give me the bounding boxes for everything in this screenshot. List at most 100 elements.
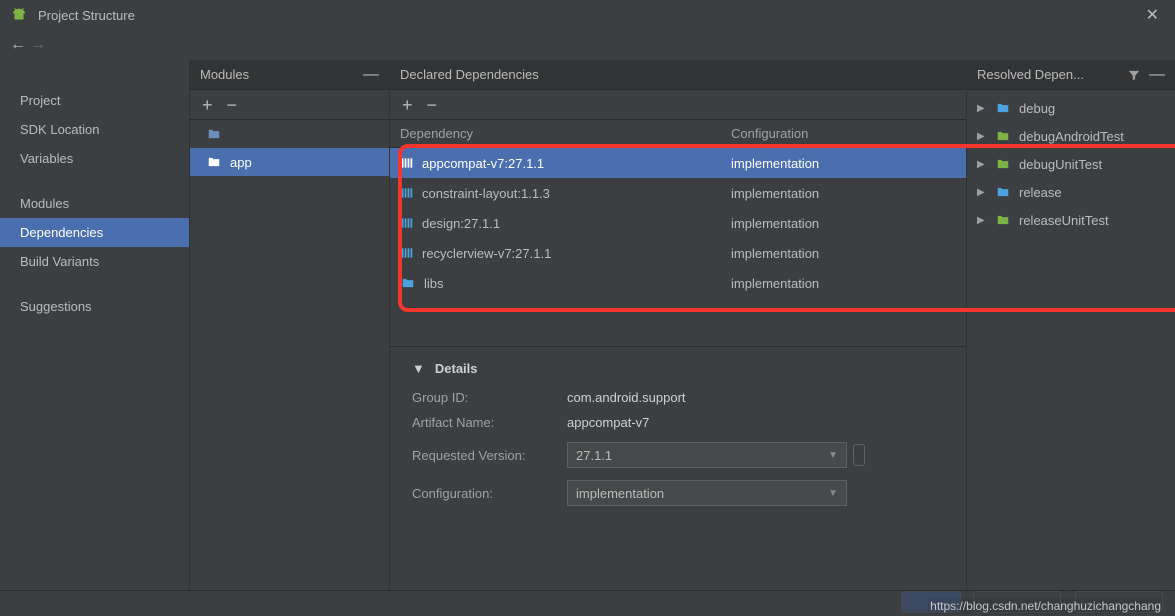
group-id-value: com.android.support xyxy=(567,390,686,405)
sidebar-item-suggestions[interactable]: Suggestions xyxy=(0,292,189,321)
version-combo[interactable]: 27.1.1 ▼ xyxy=(567,442,847,468)
library-icon xyxy=(400,186,414,200)
resolved-item[interactable]: ▶ debugAndroidTest xyxy=(967,122,1175,150)
sidebar-item-build-variants[interactable]: Build Variants xyxy=(0,247,189,276)
version-value: 27.1.1 xyxy=(576,448,828,463)
folder-icon xyxy=(206,155,222,169)
dependency-row[interactable]: constraint-layout:1.1.3 implementation xyxy=(390,178,966,208)
resolved-label: debug xyxy=(1019,101,1055,116)
nav-row: ← → xyxy=(0,30,1175,60)
dependency-row[interactable]: appcompat-v7:27.1.1 implementation xyxy=(390,148,966,178)
folder-icon xyxy=(995,213,1011,227)
sidebar-item-project[interactable]: Project xyxy=(0,86,189,115)
folder-icon xyxy=(995,101,1011,115)
dependency-rows: appcompat-v7:27.1.1implementationconstra… xyxy=(390,148,966,298)
module-list: app xyxy=(190,120,389,590)
window-title: Project Structure xyxy=(38,8,1140,23)
dependency-name: design:27.1.1 xyxy=(422,216,500,231)
back-arrow-icon[interactable]: ← xyxy=(8,35,28,55)
config-combo[interactable]: implementation ▼ xyxy=(567,480,847,506)
dependencies-header: Declared Dependencies xyxy=(390,60,966,90)
folder-icon xyxy=(995,129,1011,143)
config-value: implementation xyxy=(576,486,828,501)
resolved-label: release xyxy=(1019,185,1062,200)
sidebar-item-variables[interactable]: Variables xyxy=(0,144,189,173)
triangle-right-icon: ▶ xyxy=(977,131,987,142)
col-configuration: Configuration xyxy=(725,126,966,141)
col-dependency: Dependency xyxy=(390,126,725,141)
resolved-header-title: Resolved Depen... xyxy=(977,67,1127,82)
forward-arrow-icon[interactable]: → xyxy=(28,35,48,55)
resolved-item[interactable]: ▶ releaseUnitTest xyxy=(967,206,1175,234)
dependency-config: implementation xyxy=(725,246,966,261)
sidebar-item-modules[interactable]: Modules xyxy=(0,189,189,218)
sidebar-item-dependencies[interactable]: Dependencies xyxy=(0,218,189,247)
triangle-right-icon: ▶ xyxy=(977,159,987,170)
details-title-row[interactable]: ▼ Details xyxy=(412,361,950,376)
add-dependency-button[interactable]: + xyxy=(402,96,413,114)
dependency-row[interactable]: recyclerview-v7:27.1.1 implementation xyxy=(390,238,966,268)
resolved-list: ▶ debug ▶ debugAndroidTest ▶ debugUnitTest ▶ re… xyxy=(967,90,1175,234)
remove-dependency-button[interactable]: − xyxy=(427,96,438,114)
triangle-right-icon: ▶ xyxy=(977,187,987,198)
details-pane: ▼ Details Group ID: com.android.support … xyxy=(390,346,966,516)
library-icon xyxy=(400,216,414,230)
sidebar: ProjectSDK LocationVariables ModulesDepen… xyxy=(0,60,190,590)
triangle-right-icon: ▶ xyxy=(977,103,987,114)
resolved-item[interactable]: ▶ debug xyxy=(967,94,1175,122)
resolved-column: Resolved Depen... — ▶ debug ▶ debugAndroidT… xyxy=(967,60,1175,590)
dependencies-column: Declared Dependencies + − Dependency Con… xyxy=(390,60,967,590)
chevron-down-icon: ▼ xyxy=(828,450,838,461)
resolved-header: Resolved Depen... — xyxy=(967,60,1175,90)
sidebar-item-sdk-location[interactable]: SDK Location xyxy=(0,115,189,144)
close-icon[interactable]: ✕ xyxy=(1140,5,1165,25)
folder-icon xyxy=(995,157,1011,171)
triangle-right-icon: ▶ xyxy=(977,215,987,226)
resolved-item[interactable]: ▶ debugUnitTest xyxy=(967,150,1175,178)
folder-icon xyxy=(400,276,416,290)
chevron-down-icon: ▼ xyxy=(828,488,838,499)
artifact-value: appcompat-v7 xyxy=(567,415,649,430)
android-icon xyxy=(10,6,28,24)
dependency-table-header: Dependency Configuration xyxy=(390,120,966,148)
remove-module-button[interactable]: − xyxy=(227,96,238,114)
resolved-label: debugUnitTest xyxy=(1019,157,1102,172)
triangle-down-icon: ▼ xyxy=(412,361,425,376)
dependency-row[interactable]: design:27.1.1 implementation xyxy=(390,208,966,238)
modules-header-title: Modules xyxy=(200,67,249,82)
group-id-label: Group ID: xyxy=(412,390,567,405)
modules-column: Modules — + − app xyxy=(190,60,390,590)
modules-toolbar: + − xyxy=(190,90,389,120)
pin-button[interactable] xyxy=(853,444,865,466)
resolved-label: releaseUnitTest xyxy=(1019,213,1109,228)
dependency-name: libs xyxy=(424,276,444,291)
dependencies-toolbar: + − xyxy=(390,90,966,120)
dependency-row[interactable]: libsimplementation xyxy=(390,268,966,298)
details-title: Details xyxy=(435,361,478,376)
folder-icon xyxy=(995,185,1011,199)
modules-header: Modules — xyxy=(190,60,389,90)
library-icon xyxy=(400,246,414,260)
dependency-config: implementation xyxy=(725,156,966,171)
folder-icon xyxy=(206,127,222,141)
resolved-label: debugAndroidTest xyxy=(1019,129,1124,144)
dependencies-header-title: Declared Dependencies xyxy=(400,67,539,82)
dependency-config: implementation xyxy=(725,186,966,201)
watermark: https://blog.csdn.net/changhuzichangchan… xyxy=(928,598,1163,614)
dependency-name: constraint-layout:1.1.3 xyxy=(422,186,550,201)
library-icon xyxy=(400,156,414,170)
dependency-config: implementation xyxy=(725,216,966,231)
filter-icon[interactable] xyxy=(1127,68,1141,82)
minimize-icon[interactable]: — xyxy=(363,66,379,84)
minimize-icon[interactable]: — xyxy=(1149,66,1165,84)
module-item[interactable]: app xyxy=(190,148,389,176)
dependency-name: appcompat-v7:27.1.1 xyxy=(422,156,544,171)
dependency-name: recyclerview-v7:27.1.1 xyxy=(422,246,551,261)
resolved-item[interactable]: ▶ release xyxy=(967,178,1175,206)
add-module-button[interactable]: + xyxy=(202,96,213,114)
module-label: app xyxy=(230,155,252,170)
titlebar: Project Structure ✕ xyxy=(0,0,1175,30)
config-label: Configuration: xyxy=(412,486,567,501)
module-item[interactable] xyxy=(190,120,389,148)
version-label: Requested Version: xyxy=(412,448,567,463)
